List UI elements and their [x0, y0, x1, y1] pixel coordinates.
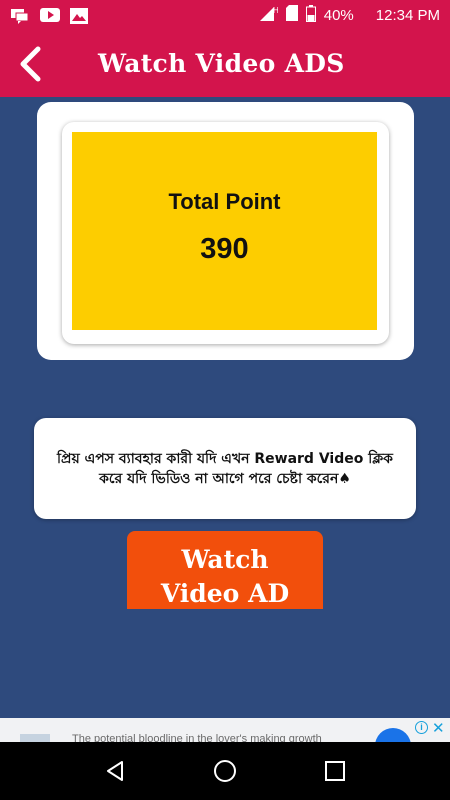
- ad-banner[interactable]: The potential bloodline in the lover's m…: [0, 718, 450, 742]
- app-bar: Watch Video ADS: [0, 30, 450, 97]
- ad-info-icon[interactable]: i: [415, 721, 428, 734]
- notification-icons: [10, 8, 90, 24]
- signal-icon: H: [259, 5, 279, 25]
- ad-action-icon[interactable]: [375, 728, 411, 742]
- navigation-bar: [0, 742, 450, 800]
- points-card: Total Point 390: [37, 102, 414, 360]
- status-bar: H H 40% 12:34 PM: [0, 0, 450, 30]
- ad-thumbnail: [20, 734, 50, 742]
- youtube-icon: [40, 8, 60, 22]
- system-status: H H 40% 12:34 PM: [259, 4, 440, 26]
- page-title: Watch Video ADS: [98, 49, 345, 78]
- ad-close-icon[interactable]: ✕: [432, 719, 445, 737]
- notice-text: প্রিয় এপস ব্যাবহার কারী যদি এখন Reward …: [57, 450, 393, 487]
- chevron-left-icon: [20, 46, 41, 81]
- message-icon: [10, 8, 30, 24]
- nav-recents-button[interactable]: [315, 751, 355, 791]
- battery-icon: [305, 4, 316, 26]
- circle-home-icon: [214, 760, 236, 782]
- image-icon: [70, 8, 90, 24]
- watch-button-line2: Video AD: [160, 579, 290, 608]
- nav-back-button[interactable]: [95, 751, 135, 791]
- square-recents-icon: [325, 761, 345, 781]
- svg-text:H: H: [273, 6, 278, 15]
- notice-card: প্রিয় এপস ব্যাবহার কারী যদি এখন Reward …: [34, 418, 416, 519]
- total-point-value: 390: [200, 233, 249, 265]
- nav-home-button[interactable]: [205, 751, 245, 791]
- points-box: Total Point 390: [72, 132, 377, 330]
- battery-percent: 40%: [323, 6, 354, 24]
- triangle-back-icon: [107, 761, 123, 781]
- clock: 12:34 PM: [375, 6, 440, 24]
- points-frame: Total Point 390: [62, 122, 389, 344]
- watch-video-ad-button[interactable]: Watch Video AD: [127, 531, 323, 609]
- ad-text: The potential bloodline in the lover's m…: [72, 733, 322, 742]
- no-sim-icon: [285, 5, 298, 25]
- watch-button-line1: Watch: [181, 545, 269, 574]
- back-button[interactable]: [0, 30, 60, 97]
- total-point-label: Total Point: [168, 189, 281, 214]
